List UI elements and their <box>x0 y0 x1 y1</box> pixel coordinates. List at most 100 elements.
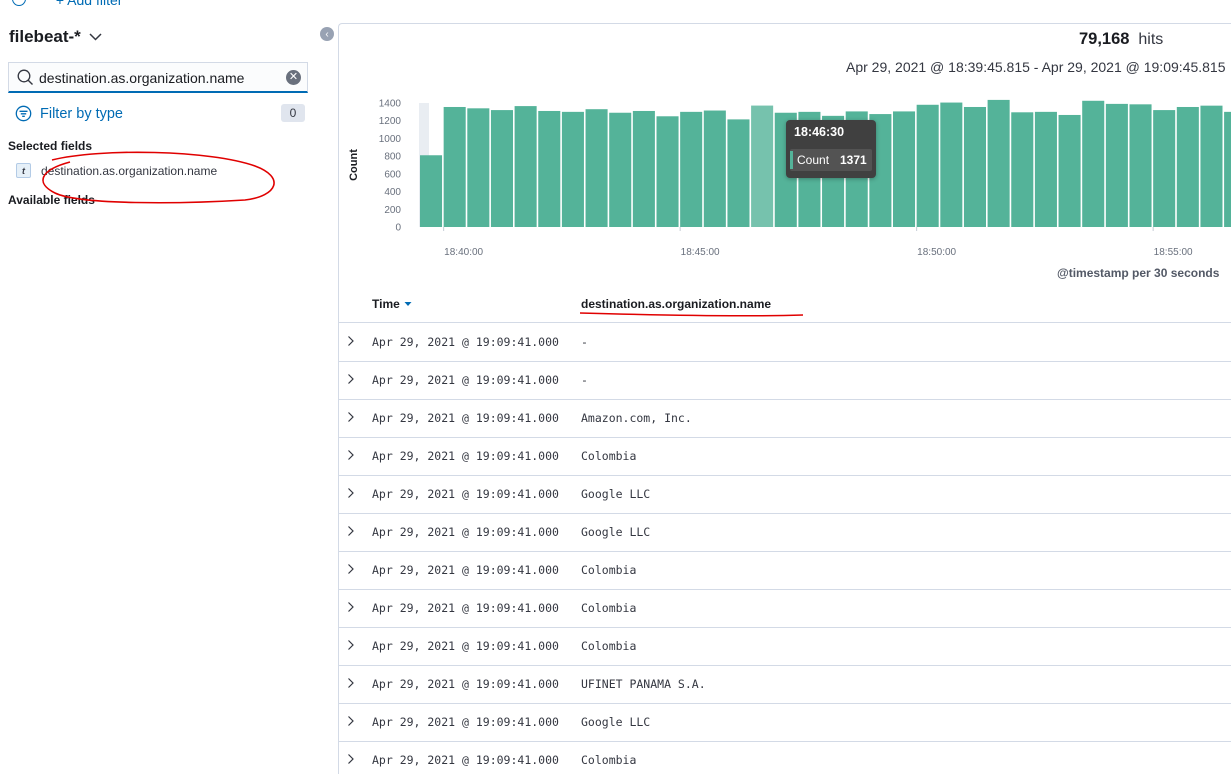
index-pattern-selector[interactable]: filebeat-* <box>9 27 102 47</box>
chevron-down-icon <box>89 33 102 41</box>
field-search-box: ✕ <box>8 62 308 93</box>
expand-row-chevron-icon[interactable] <box>347 753 357 765</box>
histogram-bar[interactable] <box>467 108 490 227</box>
histogram-bar[interactable] <box>443 106 466 227</box>
row-field-value: Google LLC <box>581 715 651 729</box>
histogram-bar[interactable] <box>703 110 726 227</box>
tooltip-body: Count 1371 <box>790 149 872 171</box>
column-header-field[interactable]: destination.as.organization.name <box>581 297 771 311</box>
histogram-bar[interactable] <box>656 116 679 227</box>
table-header: Time destination.as.organization.name <box>339 286 1231 323</box>
histogram-bar[interactable] <box>1058 114 1081 227</box>
row-field-value: Colombia <box>581 449 637 463</box>
row-timestamp: Apr 29, 2021 @ 19:09:41.000 <box>372 639 559 653</box>
discover-main-panel: 79,168 hits Apr 29, 2021 @ 18:39:45.815 … <box>338 23 1231 774</box>
histogram-bar[interactable] <box>1129 104 1152 227</box>
filter-icon <box>15 105 32 122</box>
histogram-bar[interactable] <box>1011 112 1034 227</box>
x-tick-label: 18:55:00 <box>1154 247 1193 258</box>
expand-row-chevron-icon[interactable] <box>347 487 357 499</box>
sort-descending-icon[interactable] <box>404 301 412 307</box>
expand-row-chevron-icon[interactable] <box>347 715 357 727</box>
expand-row-chevron-icon[interactable] <box>347 373 357 385</box>
table-row: Apr 29, 2021 @ 19:09:41.000 UFINET PANAMA… <box>339 665 1231 704</box>
tooltip-value: 1371 <box>840 153 867 167</box>
histogram-bar[interactable] <box>1224 111 1231 227</box>
selected-fields-heading: Selected fields <box>8 139 93 153</box>
add-filter-link[interactable]: + Add filter <box>0 0 200 8</box>
histogram-bar[interactable] <box>420 155 443 227</box>
histogram-bar[interactable] <box>680 111 703 227</box>
histogram-bar[interactable] <box>987 99 1010 227</box>
field-search-input[interactable] <box>39 68 279 88</box>
row-field-value: Amazon.com, Inc. <box>581 411 692 425</box>
histogram-bar[interactable] <box>751 105 774 227</box>
row-field-value: Colombia <box>581 563 637 577</box>
histogram-bar[interactable] <box>514 106 537 227</box>
filter-by-type-button[interactable]: Filter by type <box>15 105 123 122</box>
add-filter-label[interactable]: + Add filter <box>56 0 123 8</box>
histogram-bar[interactable] <box>609 112 632 227</box>
histogram-bar[interactable] <box>490 110 513 227</box>
y-tick-label: 400 <box>384 187 401 198</box>
row-timestamp: Apr 29, 2021 @ 19:09:41.000 <box>372 715 559 729</box>
histogram-bar[interactable] <box>632 110 655 227</box>
selected-field-item[interactable]: t destination.as.organization.name <box>16 163 217 178</box>
table-row: Apr 29, 2021 @ 19:09:41.000 Google LLC <box>339 703 1231 742</box>
row-field-value: - <box>581 373 588 387</box>
expand-row-chevron-icon[interactable] <box>347 335 357 347</box>
histogram-bar[interactable] <box>1034 111 1057 227</box>
histogram-bar[interactable] <box>1153 110 1176 227</box>
histogram-bar[interactable] <box>727 119 750 227</box>
expand-row-chevron-icon[interactable] <box>347 601 357 613</box>
available-fields-heading: Available fields <box>8 193 95 207</box>
row-field-value: UFINET PANAMA S.A. <box>581 677 706 691</box>
histogram-chart: Count 0 200 400 600 800 1000 1200 1400 18:40:00 18… <box>348 99 1231 258</box>
y-axis-title: Count <box>348 149 360 181</box>
tooltip-label: Count <box>797 153 830 167</box>
row-field-value: Colombia <box>581 601 637 615</box>
expand-row-chevron-icon[interactable] <box>347 639 357 651</box>
filter-options-icon[interactable] <box>12 0 26 6</box>
table-row: Apr 29, 2021 @ 19:09:41.000 Colombia <box>339 437 1231 476</box>
table-row: Apr 29, 2021 @ 19:09:41.000 - <box>339 361 1231 400</box>
row-timestamp: Apr 29, 2021 @ 19:09:41.000 <box>372 677 559 691</box>
histogram-bar[interactable] <box>585 109 608 227</box>
histogram-bar[interactable] <box>963 106 986 227</box>
histogram-bar[interactable] <box>916 104 939 227</box>
expand-row-chevron-icon[interactable] <box>347 411 357 423</box>
hits-counter: 79,168 hits <box>1079 30 1163 49</box>
collapse-sidebar-icon[interactable]: ‹ <box>320 27 334 41</box>
expand-row-chevron-icon[interactable] <box>347 677 357 689</box>
table-row: Apr 29, 2021 @ 19:09:41.000 Amazon.com, I… <box>339 399 1231 438</box>
histogram-bar[interactable] <box>1176 106 1199 227</box>
histogram-bar[interactable] <box>1200 105 1223 227</box>
expand-row-chevron-icon[interactable] <box>347 525 357 537</box>
table-row: Apr 29, 2021 @ 19:09:41.000 Google LLC <box>339 475 1231 514</box>
y-tick-label: 200 <box>384 205 401 216</box>
histogram-bar[interactable] <box>561 111 584 227</box>
hits-count: 79,168 <box>1079 30 1130 48</box>
expand-row-chevron-icon[interactable] <box>347 449 357 461</box>
expand-row-chevron-icon[interactable] <box>347 563 357 575</box>
row-timestamp: Apr 29, 2021 @ 19:09:41.000 <box>372 449 559 463</box>
histogram-bar[interactable] <box>940 102 963 227</box>
row-field-value: Colombia <box>581 753 637 767</box>
y-tick-label: 800 <box>384 152 401 163</box>
filter-by-type-label: Filter by type <box>40 105 123 122</box>
histogram-bar[interactable] <box>893 111 916 227</box>
column-header-time[interactable]: Time <box>372 297 412 311</box>
time-range-label: Apr 29, 2021 @ 18:39:45.815 - Apr 29, 20… <box>846 59 1226 75</box>
x-tick-label: 18:40:00 <box>444 247 483 258</box>
filter-count-badge: 0 <box>281 104 305 122</box>
histogram-bar[interactable] <box>1082 100 1105 227</box>
histogram-bar[interactable] <box>538 110 561 227</box>
clear-search-icon[interactable]: ✕ <box>286 70 301 85</box>
field-sidebar: + Add filter filebeat-* ✕ Filter by type… <box>0 0 320 773</box>
y-tick-label: 1000 <box>379 134 402 145</box>
index-pattern-name: filebeat-* <box>9 27 81 46</box>
row-timestamp: Apr 29, 2021 @ 19:09:41.000 <box>372 525 559 539</box>
x-tick-label: 18:50:00 <box>917 247 956 258</box>
histogram-bar[interactable] <box>1105 103 1128 227</box>
tooltip-time: 18:46:30 <box>794 125 845 139</box>
